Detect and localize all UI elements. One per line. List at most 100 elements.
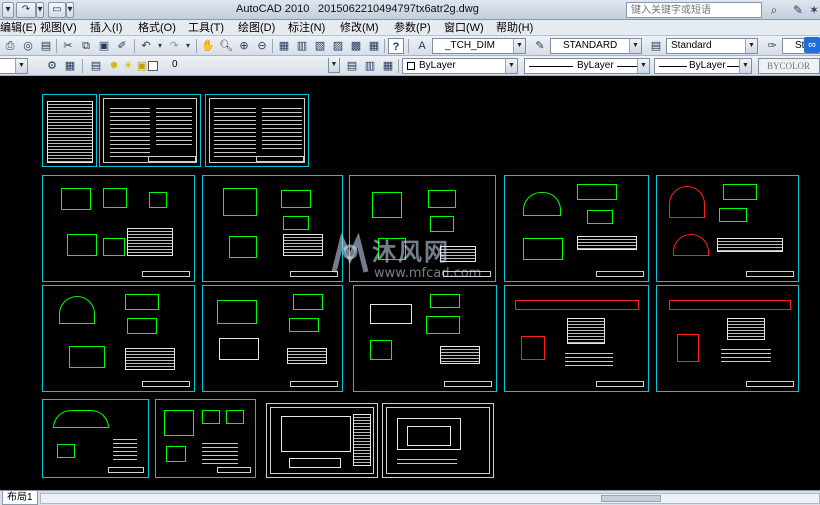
menu-parameters[interactable]: 参数(P) (394, 21, 431, 35)
horizontal-scrollbar[interactable] (40, 493, 820, 504)
layer-previous-icon[interactable]: ▥ (362, 58, 378, 74)
menu-edit[interactable]: 编辑(E) (0, 21, 37, 35)
dimension-style-select[interactable]: _TCH_DIM ▼ (432, 38, 526, 54)
design-center-icon[interactable]: ▥ (294, 38, 310, 54)
lineweight-preview (659, 66, 687, 67)
title-block (290, 271, 338, 277)
section-view (57, 444, 75, 458)
multileader-style-icon[interactable]: ✑ (764, 38, 780, 54)
material-table (717, 238, 783, 252)
wrench-icon[interactable]: ✎ (790, 2, 806, 18)
layer-state-icon[interactable]: ▦ (380, 58, 396, 74)
redo-dropdown-icon[interactable]: ▾ (180, 38, 196, 54)
zoom-realtime-icon[interactable]: 🔍︎ (218, 38, 234, 54)
drawing-area[interactable]: 沐风网 www.mfcad.com (0, 77, 820, 490)
search-input[interactable] (626, 2, 762, 18)
zoom-window-icon[interactable]: ⊕ (236, 38, 252, 54)
quick-access-dropdown[interactable]: ▾ (2, 2, 14, 18)
menu-help[interactable]: 帮助(H) (496, 21, 533, 35)
lineweight-select[interactable]: ByLayer ▼ (654, 58, 752, 74)
menu-draw[interactable]: 绘图(D) (238, 21, 275, 35)
section-view (430, 294, 460, 308)
make-current-layer-icon[interactable]: ▤ (344, 58, 360, 74)
menu-insert[interactable]: 插入(I) (90, 21, 122, 35)
qa-more-dropdown[interactable]: ▾ (66, 2, 74, 18)
detail-view (407, 426, 451, 446)
tool-palettes-icon[interactable]: ▧ (312, 38, 328, 54)
chevron-down-icon: ▼ (637, 59, 649, 73)
notes-text (202, 440, 238, 464)
redo-dropdown[interactable]: ▾ (36, 2, 44, 18)
section-view (283, 216, 309, 230)
star-icon[interactable]: ✶ (806, 2, 820, 18)
table-style-select[interactable]: Standard ▼ (666, 38, 758, 54)
help-icon[interactable]: ? (388, 38, 404, 54)
markup-icon[interactable]: ▩ (348, 38, 364, 54)
dimension-style-icon[interactable]: A (414, 38, 430, 54)
notes-text (156, 105, 192, 145)
title-block (142, 381, 190, 387)
menu-modify[interactable]: 修改(M) (340, 21, 379, 35)
paste-icon[interactable]: ▣ (96, 38, 112, 54)
pan-icon[interactable]: ✋ (200, 38, 216, 54)
menu-tools[interactable]: 工具(T) (188, 21, 224, 35)
properties-icon[interactable]: ▦ (276, 38, 292, 54)
section-view (577, 184, 617, 200)
section-view (669, 300, 791, 310)
layer-select[interactable]: 0 ▼ (160, 58, 340, 74)
cut-icon[interactable]: ✂ (60, 38, 76, 54)
layer-color-icon[interactable] (148, 61, 158, 71)
preview-icon[interactable]: ◎ (20, 38, 36, 54)
link-icon[interactable]: ∞ (804, 37, 820, 53)
linetype-value: ByLayer (577, 60, 614, 71)
layer-properties-icon[interactable]: ▤ (88, 58, 104, 74)
text-style-icon[interactable]: ✎ (532, 38, 548, 54)
drawing-sheet (42, 94, 97, 167)
calculator-icon[interactable]: ▦ (366, 38, 382, 54)
gear-icon[interactable]: ⚙ (44, 58, 60, 74)
standard-toolbar: ⎙ ◎ ▤ ✂ ⧉ ▣ ✐ ↶ ▾ ↷ ▾ ✋ 🔍︎ ⊕ ⊖ ▦ ▥ ▧ ▨ ▩… (0, 36, 820, 56)
plan-view (229, 236, 257, 258)
plot-style-select[interactable]: BYCOLOR (758, 58, 820, 74)
section-view (719, 208, 747, 222)
layout-tab[interactable]: 布局1 (2, 491, 38, 505)
detail-view (149, 192, 167, 208)
color-select[interactable]: ByLayer ▼ (402, 58, 518, 74)
match-properties-icon[interactable]: ✐ (114, 38, 130, 54)
detail-view (521, 336, 545, 360)
title-block (443, 271, 491, 277)
plot-icon[interactable]: ⎙ (2, 38, 18, 54)
lineweight-value: ByLayer (689, 60, 726, 71)
section-view (281, 416, 351, 452)
redo-button[interactable]: ↷ (16, 2, 36, 18)
table-style-icon[interactable]: ▤ (648, 38, 664, 54)
notes-text (110, 105, 150, 160)
plan-view (217, 300, 257, 324)
drawing-sheet (202, 285, 343, 392)
text-style-select[interactable]: STANDARD ▼ (550, 38, 642, 54)
menu-format[interactable]: 格式(O) (138, 21, 176, 35)
scrollbar-thumb[interactable] (601, 495, 661, 502)
drawing-index-table (47, 101, 93, 163)
linetype-select[interactable]: ByLayer ▼ (524, 58, 650, 74)
binoculars-icon[interactable]: ⌕ (766, 2, 782, 18)
menu-dimension[interactable]: 标注(N) (288, 21, 325, 35)
menu-bar: 编辑(E) 视图(V) 插入(I) 格式(O) 工具(T) 绘图(D) 标注(N… (0, 20, 820, 36)
layer-value: 0 (172, 59, 178, 70)
drawing-sheet (99, 94, 201, 167)
zoom-previous-icon[interactable]: ⊖ (254, 38, 270, 54)
menu-view[interactable]: 视图(V) (40, 21, 77, 35)
drawing-sheet (382, 403, 494, 478)
dimension-style-value: _TCH_DIM (445, 40, 496, 51)
copy-icon[interactable]: ⧉ (78, 38, 94, 54)
title-block (148, 156, 196, 162)
workspace-settings-icon[interactable]: ▦ (62, 58, 78, 74)
print-button[interactable]: ▭ (48, 2, 66, 18)
layers-properties-toolbar: ▼ ⚙ ▦ ▤ ✹ ☀ ▣ 0 ▼ ▤ ▥ ▦ ByLayer ▼ ByLaye… (0, 56, 820, 76)
menu-window[interactable]: 窗口(W) (444, 21, 484, 35)
section-view (428, 190, 456, 208)
sheet-set-icon[interactable]: ▨ (330, 38, 346, 54)
publish-icon[interactable]: ▤ (38, 38, 54, 54)
workspace-select[interactable]: ▼ (0, 58, 28, 74)
notes-text (565, 350, 613, 366)
